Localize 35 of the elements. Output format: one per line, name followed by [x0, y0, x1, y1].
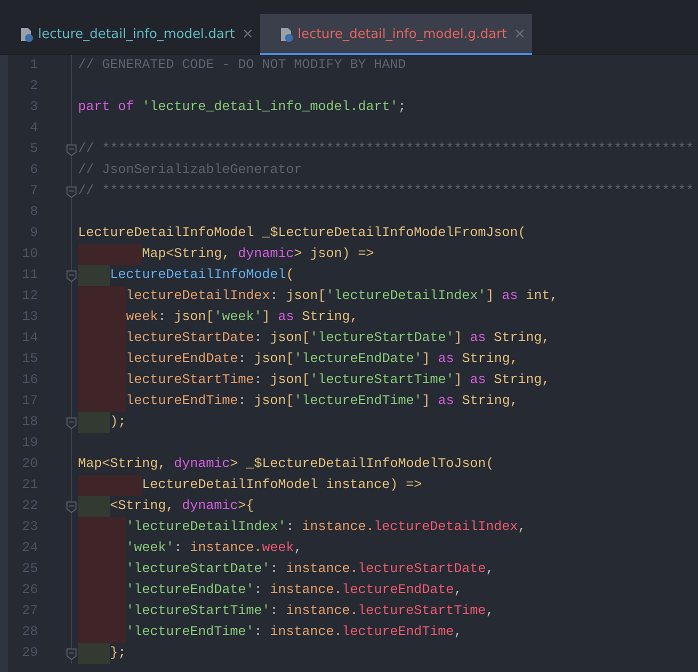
fold-icon[interactable]	[66, 270, 77, 282]
fold-icon[interactable]	[66, 648, 77, 660]
code-line: LectureDetailInfoModel _$LectureDetailInfoModelFromJson(	[77, 225, 526, 243]
code-line: 'lectureEndTime': instance.lectureEndTime,	[72, 622, 462, 643]
fold-icon[interactable]	[66, 186, 77, 198]
tab-label: lecture_detail_info_model.g.dart	[298, 26, 507, 44]
code-line: lectureStartTime: json['lectureStartTime'] as String,	[72, 370, 550, 391]
close-icon[interactable]: ×	[514, 24, 526, 45]
file-icon	[20, 26, 34, 42]
close-icon[interactable]: ×	[242, 24, 254, 45]
tab-label: lecture_detail_info_model.dart	[38, 26, 235, 44]
code-line: 'lectureEndDate': instance.lectureEndDate,	[72, 580, 462, 601]
file-tab[interactable]: lecture_detail_info_model.dart ×	[0, 14, 260, 55]
code-line: 'lectureDetailIndex': instance.lectureDetailIndex,	[72, 517, 526, 538]
code-line: part of 'lecture_detail_info_model.dart';	[77, 99, 406, 117]
fold-icon[interactable]	[66, 144, 77, 156]
file-icon	[280, 26, 294, 42]
code-line: lectureEndTime: json['lectureEndTime'] as String,	[72, 391, 518, 412]
code-line: week: json['week'] as String,	[72, 307, 358, 328]
fold-icon[interactable]	[66, 501, 77, 513]
code-line: 'lectureStartDate': instance.lectureStartDate,	[72, 559, 494, 580]
code-line: LectureDetailInfoModel instance) =>	[72, 475, 422, 496]
code-line: // **************************************************************************	[77, 183, 694, 201]
code-line: 'week': instance.week,	[72, 538, 302, 559]
code-line: // JsonSerializableGenerator	[77, 162, 302, 180]
code-line: lectureDetailIndex: json['lectureDetailIndex'] as int,	[72, 286, 558, 307]
code-line: // **************************************************************************	[77, 141, 694, 159]
code-line: Map<String, dynamic> _$LectureDetailInfoModelToJson(	[77, 456, 494, 474]
code-line: // GENERATED CODE - DO NOT MODIFY BY HAND	[77, 57, 406, 75]
code-line: lectureEndDate: json['lectureEndDate'] as String,	[72, 349, 518, 370]
code-line: lectureStartDate: json['lectureStartDate'] as String,	[72, 328, 550, 349]
file-tab[interactable]: lecture_detail_info_model.g.dart ×	[260, 14, 532, 55]
fold-icon[interactable]	[66, 417, 77, 429]
code-line: 'lectureStartTime': instance.lectureStartTime,	[72, 601, 494, 622]
code-line: Map<String, dynamic> json) =>	[72, 244, 374, 265]
